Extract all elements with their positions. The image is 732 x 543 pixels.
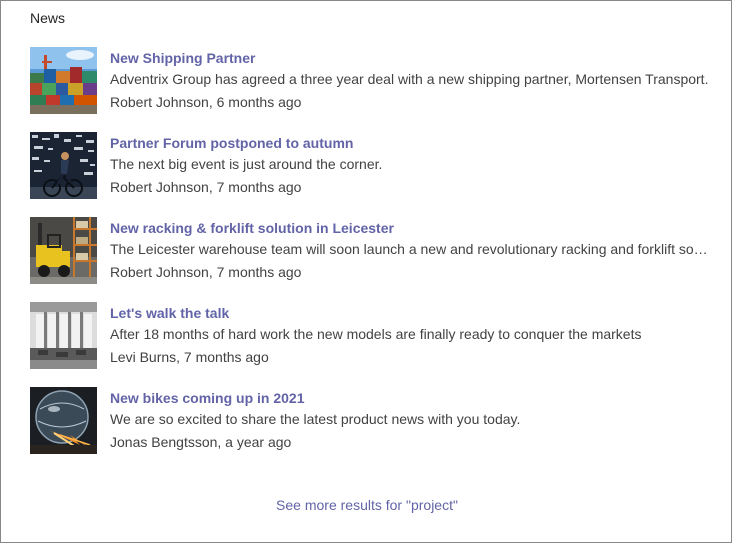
- sparkler-sphere-thumbnail[interactable]: [30, 387, 97, 454]
- news-byline: Robert Johnson, 7 months ago: [110, 264, 302, 280]
- cyclist-photo: [30, 132, 97, 199]
- news-summary: Adventrix Group has agreed a three year …: [110, 71, 709, 87]
- news-list: New Shipping Partner Adventrix Group has…: [30, 47, 710, 472]
- news-byline: Jonas Bengtsson, a year ago: [110, 434, 292, 450]
- sparkler-sphere-photo: [30, 387, 97, 454]
- office-lobby-photo: [30, 302, 97, 369]
- cyclist-thumbnail[interactable]: [30, 132, 97, 199]
- news-headline[interactable]: Let's walk the talk: [110, 304, 710, 322]
- news-byline: Robert Johnson, 6 months ago: [110, 94, 302, 110]
- news-item[interactable]: Partner Forum postponed to autumn The ne…: [30, 132, 710, 199]
- news-summary: We are so excited to share the latest pr…: [110, 411, 521, 427]
- news-headline[interactable]: New Shipping Partner: [110, 49, 710, 67]
- news-summary: The Leicester warehouse team will soon l…: [110, 241, 710, 257]
- news-item[interactable]: New racking & forklift solution in Leice…: [30, 217, 710, 284]
- news-byline: Robert Johnson, 7 months ago: [110, 179, 302, 195]
- news-byline: Levi Burns, 7 months ago: [110, 349, 269, 365]
- news-text: New racking & forklift solution in Leice…: [110, 219, 710, 283]
- news-text: Let's walk the talk After 18 months of h…: [110, 304, 710, 368]
- news-headline[interactable]: New bikes coming up in 2021: [110, 389, 710, 407]
- office-lobby-thumbnail[interactable]: [30, 302, 97, 369]
- section-title: News: [30, 10, 66, 26]
- shipping-containers-thumbnail[interactable]: [30, 47, 97, 114]
- news-item[interactable]: New bikes coming up in 2021 We are so ex…: [30, 387, 710, 454]
- forklift-photo: [30, 217, 97, 284]
- news-text: New Shipping Partner Adventrix Group has…: [110, 49, 710, 113]
- news-item[interactable]: New Shipping Partner Adventrix Group has…: [30, 47, 710, 114]
- forklift-thumbnail[interactable]: [30, 217, 97, 284]
- news-headline[interactable]: Partner Forum postponed to autumn: [110, 134, 710, 152]
- shipping-containers-photo: [30, 47, 97, 114]
- news-item[interactable]: Let's walk the talk After 18 months of h…: [30, 302, 710, 369]
- news-text: Partner Forum postponed to autumn The ne…: [110, 134, 710, 198]
- news-summary: After 18 months of hard work the new mod…: [110, 326, 642, 342]
- see-more-link[interactable]: See more results for "project": [1, 497, 732, 513]
- news-panel: News New Shipping Partner Adventrix Grou…: [0, 0, 732, 543]
- news-text: New bikes coming up in 2021 We are so ex…: [110, 389, 710, 453]
- news-summary: The next big event is just around the co…: [110, 156, 383, 172]
- news-headline[interactable]: New racking & forklift solution in Leice…: [110, 219, 710, 237]
